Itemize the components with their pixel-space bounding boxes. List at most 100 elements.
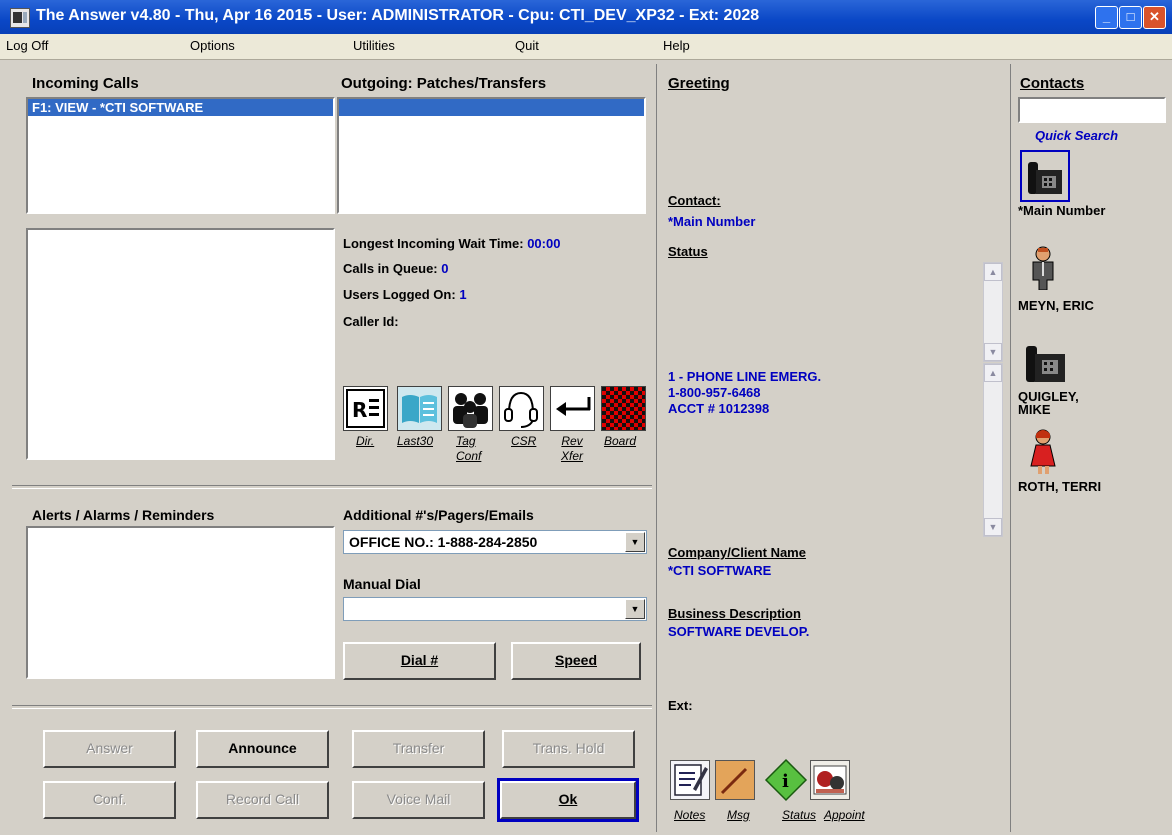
tool-label-tag-conf: Tag Conf <box>456 434 482 463</box>
contact-name-main[interactable]: *Main Number <box>1018 203 1105 218</box>
contact-name-roth[interactable]: ROTH, TERRI <box>1018 479 1101 494</box>
transfer-button[interactable]: Transfer <box>352 730 485 768</box>
business-value: SOFTWARE DEVELOP. <box>668 624 810 639</box>
manual-dial-select[interactable]: ▼ <box>343 597 647 621</box>
status-label: Status <box>668 244 708 259</box>
ok-button[interactable]: Ok <box>497 778 639 822</box>
note-line: ACCT # 1012398 <box>668 401 770 416</box>
queue-value: 0 <box>441 261 449 276</box>
contact-name-quigley[interactable]: QUIGLEY, MIKE <box>1018 390 1079 416</box>
contacts-header: Contacts <box>1020 75 1085 92</box>
svg-text:R: R <box>352 398 367 422</box>
trans-hold-button[interactable]: Trans. Hold <box>502 730 635 768</box>
note-line: 1 - PHONE LINE EMERG. <box>668 369 822 384</box>
menu-quit[interactable]: Quit <box>515 38 539 53</box>
ok-button-label: Ok <box>558 791 578 807</box>
wait-time-row: Longest Incoming Wait Time: 00:00 <box>343 236 560 251</box>
headset-csr-icon[interactable] <box>499 386 544 431</box>
alerts-list[interactable] <box>26 526 335 679</box>
tool-label-dir: Dir. <box>356 434 375 448</box>
contact-search-input[interactable] <box>1018 97 1166 123</box>
dial-button-label: Dial # <box>400 652 439 668</box>
announce-button[interactable]: Announce <box>196 730 329 768</box>
last30-book-icon[interactable] <box>397 386 442 431</box>
users-row: Users Logged On: 1 <box>343 287 467 302</box>
menu-options[interactable]: Options <box>190 38 235 53</box>
caller-id-label: Caller Id: <box>343 314 399 329</box>
business-label: Business Description <box>668 606 801 621</box>
notes-scrollbar[interactable]: ▲ ▼ <box>983 363 1003 537</box>
male-person-icon[interactable] <box>1022 244 1064 291</box>
bottom-label-notes: Notes <box>674 808 706 822</box>
tool-label-rev-xfer: Rev Xfer <box>561 434 584 463</box>
voice-mail-button[interactable]: Voice Mail <box>352 781 485 819</box>
minimize-icon: _ <box>1102 9 1111 24</box>
minimize-button[interactable]: _ <box>1095 6 1118 29</box>
chevron-up-icon[interactable]: ▲ <box>984 263 1002 281</box>
record-call-button[interactable]: Record Call <box>196 781 329 819</box>
menu-log-off[interactable]: Log Off <box>6 38 48 53</box>
status-scrollbar[interactable]: ▲ ▼ <box>983 262 1003 362</box>
chevron-down-icon[interactable]: ▼ <box>984 518 1002 536</box>
voice-mail-button-label: Voice Mail <box>386 791 451 807</box>
incoming-call-item[interactable]: F1: VIEW - *CTI SOFTWARE <box>28 99 333 116</box>
quick-search-link[interactable]: Quick Search <box>1035 128 1118 143</box>
phone-icon <box>1028 162 1062 194</box>
appointment-icon[interactable] <box>810 760 850 800</box>
contact-main-number[interactable] <box>1020 150 1070 202</box>
contact-label: Contact: <box>668 193 721 208</box>
tool-label-board: Board <box>604 434 637 448</box>
record-call-button-label: Record Call <box>225 791 300 807</box>
tool-label-last30: Last30 <box>397 434 434 448</box>
female-person-icon[interactable] <box>1022 428 1064 474</box>
incoming-calls-list[interactable]: F1: VIEW - *CTI SOFTWARE <box>26 97 335 214</box>
conf-button[interactable]: Conf. <box>43 781 176 819</box>
section-divider <box>12 705 652 709</box>
status-info-icon[interactable]: i <box>764 758 808 802</box>
outgoing-list[interactable] <box>337 97 646 214</box>
board-checker-icon[interactable] <box>601 386 646 431</box>
directory-icon[interactable]: R <box>343 386 388 431</box>
dial-button[interactable]: Dial # <box>343 642 496 680</box>
chevron-up-icon[interactable]: ▲ <box>984 364 1002 382</box>
menu-utilities[interactable]: Utilities <box>353 38 395 53</box>
chevron-down-icon[interactable]: ▼ <box>625 532 645 552</box>
additional-numbers-select[interactable]: OFFICE NO.: 1-888-284-2850 ▼ <box>343 530 647 554</box>
title-bar[interactable]: The Answer v4.80 - Thu, Apr 16 2015 - Us… <box>0 0 1172 34</box>
contact-phone-icon[interactable] <box>1020 338 1070 388</box>
answer-button[interactable]: Answer <box>43 730 176 768</box>
wait-time-label: Longest Incoming Wait Time: <box>343 236 524 251</box>
greeting-pane <box>658 64 1011 832</box>
menu-help[interactable]: Help <box>663 38 690 53</box>
chevron-down-icon[interactable]: ▼ <box>625 599 645 619</box>
trans-hold-button-label: Trans. Hold <box>532 740 605 756</box>
bottom-label-appoint: Appoint <box>824 808 865 822</box>
company-label: Company/Client Name <box>668 545 806 560</box>
message-icon[interactable] <box>715 760 755 800</box>
conf-button-label: Conf. <box>92 791 127 807</box>
note-line: 1-800-957-6468 <box>668 385 761 400</box>
window-title: The Answer v4.80 - Thu, Apr 16 2015 - Us… <box>36 7 760 24</box>
contact-name-meyn[interactable]: MEYN, ERIC <box>1018 298 1094 313</box>
alerts-header: Alerts / Alarms / Reminders <box>32 507 215 523</box>
speed-button-label: Speed <box>554 652 597 668</box>
maximize-button[interactable]: □ <box>1119 6 1142 29</box>
users-label: Users Logged On: <box>343 287 456 302</box>
reverse-transfer-arrow-icon[interactable] <box>550 386 595 431</box>
outgoing-selected-row[interactable] <box>339 99 644 116</box>
bottom-label-status: Status <box>782 808 817 822</box>
contact-value: *Main Number <box>668 214 756 229</box>
speed-button[interactable]: Speed <box>511 642 641 680</box>
queue-row: Calls in Queue: 0 <box>343 261 449 276</box>
notes-icon[interactable] <box>670 760 710 800</box>
call-detail-list[interactable] <box>26 228 335 460</box>
chevron-down-icon[interactable]: ▼ <box>984 343 1002 361</box>
queue-label: Calls in Queue: <box>343 261 438 276</box>
tag-conference-icon[interactable] <box>448 386 493 431</box>
close-button[interactable]: ✕ <box>1143 6 1166 29</box>
app-phone-icon[interactable] <box>10 8 30 28</box>
incoming-calls-header: Incoming Calls <box>32 75 139 92</box>
greeting-notes: 1 - PHONE LINE EMERG. 1-800-957-6468 ACC… <box>668 369 821 417</box>
tool-label-csr: CSR <box>511 434 537 448</box>
outgoing-header: Outgoing: Patches/Transfers <box>341 75 547 92</box>
